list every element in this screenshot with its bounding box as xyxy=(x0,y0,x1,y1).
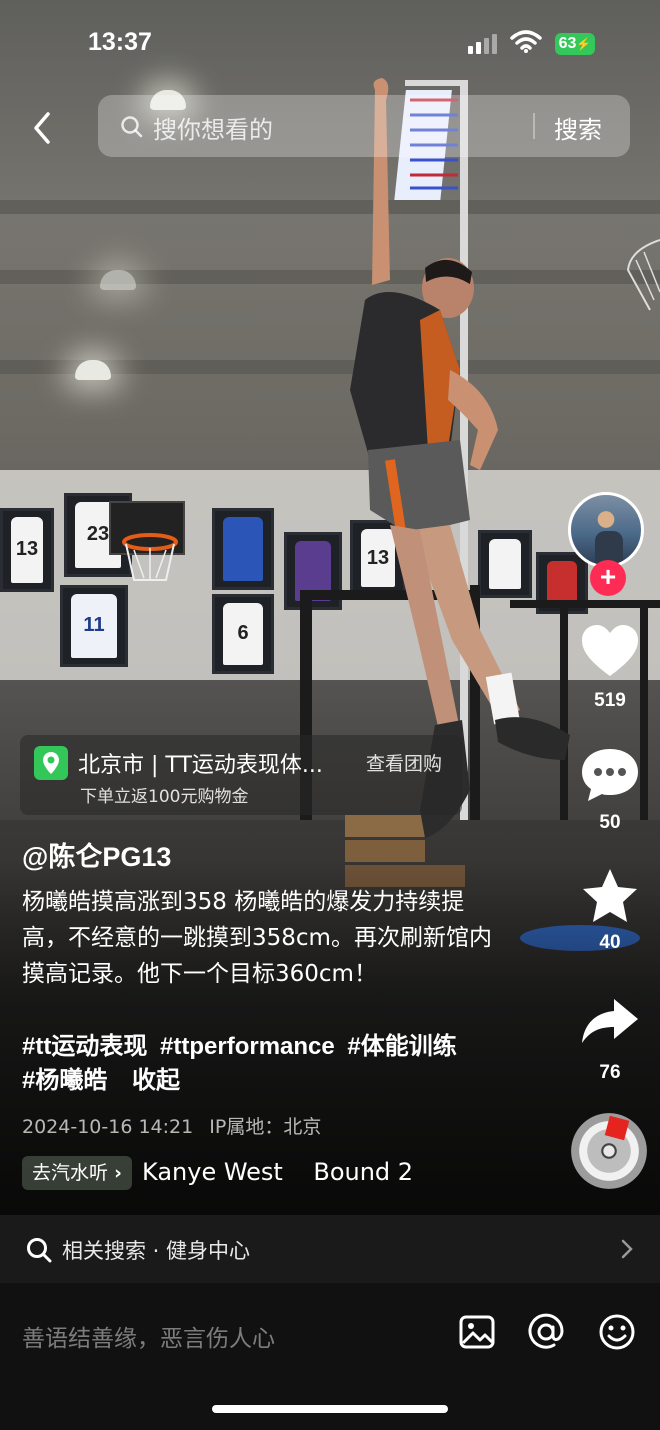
share-count: 76 xyxy=(599,1062,621,1083)
ip-location: IP属地：北京 xyxy=(209,1116,322,1138)
author-avatar[interactable] xyxy=(568,492,644,568)
search-bar[interactable]: 搜你想看的 搜索 xyxy=(98,95,630,157)
favorite-count: 40 xyxy=(599,932,621,953)
charging-bolt-icon: ⚡ xyxy=(576,37,592,51)
emoji-icon[interactable] xyxy=(598,1313,636,1351)
chevron-right-icon xyxy=(621,1239,633,1259)
status-time: 13:37 xyxy=(88,28,152,56)
post-meta: 2024-10-16 14:21 IP属地：北京 xyxy=(22,1112,321,1139)
related-search-bar[interactable]: 相关搜索 · 健身中心 xyxy=(0,1215,660,1283)
basketball-hoop xyxy=(626,239,660,311)
cellular-signal-icon xyxy=(468,34,497,54)
hashtag[interactable]: #体能训练 xyxy=(347,1033,456,1060)
home-indicator xyxy=(212,1405,448,1413)
back-arrow-icon[interactable] xyxy=(28,108,58,148)
wifi-icon xyxy=(510,30,542,53)
location-card[interactable]: 北京市 | TT运动表现体... 查看团购 下单立返100元购物金 xyxy=(20,735,462,815)
comment-bar: 善语结善缘，恶言伤人心 xyxy=(0,1283,660,1430)
hashtag[interactable]: #tt运动表现 xyxy=(22,1033,147,1060)
location-subtitle: 下单立返100元购物金 xyxy=(80,787,249,807)
search-divider xyxy=(533,113,535,139)
post-description: 杨曦皓摸高涨到358 杨曦皓的爆发力持续提高，不经意的一跳摸到358cm。再次刷… xyxy=(22,889,492,987)
location-pin-icon xyxy=(34,746,68,780)
basketball-hoop xyxy=(109,501,185,581)
follow-plus-icon[interactable]: + xyxy=(590,560,626,596)
comment-bubble-icon[interactable] xyxy=(578,745,642,805)
post-datetime: 2024-10-16 14:21 xyxy=(22,1116,194,1138)
share-arrow-icon[interactable] xyxy=(578,995,642,1049)
mention-at-icon[interactable] xyxy=(527,1313,565,1351)
music-disc-icon[interactable] xyxy=(571,1113,647,1189)
search-placeholder[interactable]: 搜你想看的 xyxy=(153,110,273,145)
search-icon xyxy=(121,116,143,138)
hashtag[interactable]: #杨曦皓 xyxy=(22,1067,107,1094)
jersey-frame xyxy=(212,508,274,590)
battery-level: 63 xyxy=(558,35,577,52)
collapse-button[interactable]: 收起 xyxy=(132,1067,180,1094)
search-icon xyxy=(27,1238,52,1263)
listen-button-label: 去汽水听 xyxy=(32,1162,109,1184)
music-track[interactable]: Kanye West Bound 2 xyxy=(142,1158,413,1186)
jersey-frame: 6 xyxy=(212,594,274,674)
battery-indicator: 63 ⚡ xyxy=(555,33,595,55)
comment-count: 50 xyxy=(599,812,621,833)
location-title: 北京市 | TT运动表现体... xyxy=(78,753,323,778)
related-search-text: 相关搜索 · 健身中心 xyxy=(62,1239,251,1263)
jersey-frame: 11 xyxy=(60,585,128,667)
like-count: 519 xyxy=(594,690,626,711)
status-bar: 13:37 63 ⚡ xyxy=(0,0,660,90)
hashtag[interactable]: #ttperformance xyxy=(160,1033,335,1060)
favorite-star-icon[interactable] xyxy=(578,866,642,926)
search-button[interactable]: 搜索 xyxy=(554,110,602,145)
like-heart-icon[interactable] xyxy=(578,622,642,682)
image-icon[interactable] xyxy=(458,1313,496,1351)
comment-input[interactable]: 善语结善缘，恶言伤人心 xyxy=(22,1319,275,1353)
hashtag-list: #tt运动表现 #ttperformance #体能训练 #杨曦皓 收起 xyxy=(22,1030,502,1098)
jersey-frame: 13 xyxy=(0,508,54,592)
listen-on-qishui-button[interactable]: 去汽水听 › xyxy=(22,1156,132,1190)
chevron-right-icon: › xyxy=(114,1162,122,1184)
view-group-buy-button[interactable]: 查看团购 xyxy=(366,749,442,776)
author-name[interactable]: @陈仑PG13 xyxy=(22,835,171,874)
